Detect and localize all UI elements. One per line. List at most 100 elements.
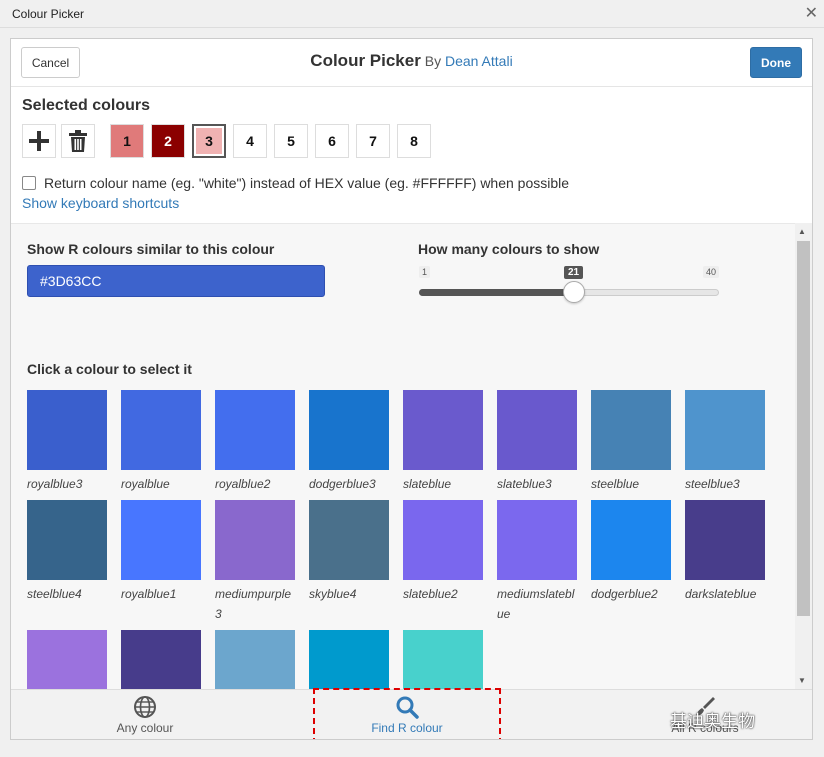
- find-colour-panel: Show R colours similar to this colour #3…: [11, 223, 795, 690]
- colour-name: slateblue3: [497, 477, 552, 491]
- done-button[interactable]: Done: [750, 47, 802, 78]
- colour-cell[interactable]: royalblue1: [121, 500, 201, 604]
- colour-swatch[interactable]: [27, 630, 107, 690]
- colour-cell[interactable]: darkslateblue: [685, 500, 765, 604]
- colour-cell[interactable]: slateblue: [403, 390, 483, 494]
- selected-colours-section: Selected colours 12345678 Return colour …: [11, 87, 812, 223]
- colour-name: royalblue: [121, 477, 170, 491]
- colour-cell[interactable]: skyblue4: [309, 500, 389, 604]
- selected-colours-heading: Selected colours: [22, 97, 151, 114]
- colour-swatch[interactable]: [309, 630, 389, 690]
- colour-swatch[interactable]: [403, 630, 483, 690]
- add-colour-button[interactable]: [22, 124, 56, 158]
- globe-icon: [134, 696, 156, 718]
- title-main: Colour Picker: [310, 51, 421, 70]
- colour-swatch[interactable]: [591, 390, 671, 470]
- colour-cell[interactable]: [215, 630, 295, 690]
- colour-swatch[interactable]: [309, 500, 389, 580]
- author-link[interactable]: Dean Attali: [445, 53, 513, 69]
- colour-slot-8[interactable]: 8: [397, 124, 431, 158]
- colour-slot-3[interactable]: 3: [192, 124, 226, 158]
- colour-swatch[interactable]: [121, 630, 201, 690]
- scroll-down-icon[interactable]: ▼: [798, 676, 806, 685]
- colour-swatch[interactable]: [215, 500, 295, 580]
- count-slider[interactable]: 1 40 21: [419, 264, 719, 304]
- colour-cell[interactable]: royalblue: [121, 390, 201, 494]
- watermark-text: 基迪奥生物: [670, 712, 755, 731]
- dialog-title: Colour Picker By Dean Attali: [11, 51, 812, 71]
- colour-cell[interactable]: royalblue3: [27, 390, 107, 494]
- colour-slot-6[interactable]: 6: [315, 124, 349, 158]
- slider-value-label: 21: [564, 266, 584, 279]
- colour-name: steelblue: [591, 477, 640, 491]
- window-title: Colour Picker: [12, 7, 85, 21]
- colour-cell[interactable]: [403, 630, 483, 690]
- tab-find-r-colour[interactable]: Find R colour: [313, 688, 501, 739]
- trash-icon: [69, 130, 87, 152]
- colour-swatch[interactable]: [27, 500, 107, 580]
- dialog-header: Cancel Colour Picker By Dean Attali Done: [11, 39, 812, 87]
- panel-scrollbar[interactable]: ▲ ▼: [795, 223, 812, 689]
- tab-any-colour[interactable]: Any colour: [51, 690, 239, 739]
- colour-swatch[interactable]: [309, 390, 389, 470]
- search-icon: [396, 696, 419, 719]
- tab-find-r-colour-label: Find R colour: [371, 721, 443, 735]
- colour-name: royalblue2: [215, 477, 271, 491]
- slider-max-label: 40: [702, 266, 719, 278]
- colour-name: dodgerblue2: [591, 587, 658, 601]
- colour-swatch[interactable]: [403, 500, 483, 580]
- colour-swatch[interactable]: [403, 390, 483, 470]
- colour-cell[interactable]: mediumpurple3: [215, 500, 295, 624]
- colour-slot-1[interactable]: 1: [110, 124, 144, 158]
- colour-name: slateblue: [403, 477, 452, 491]
- slider-fill: [419, 289, 573, 296]
- colour-name: steelblue4: [27, 587, 82, 601]
- colour-cell[interactable]: [27, 630, 107, 690]
- colour-swatch[interactable]: [685, 390, 765, 470]
- slider-min-label: 1: [419, 266, 431, 278]
- scroll-up-icon[interactable]: ▲: [798, 227, 806, 236]
- colour-cell[interactable]: [121, 630, 201, 690]
- colour-cell[interactable]: slateblue3: [497, 390, 577, 494]
- colour-name: mediumpurple3: [215, 587, 292, 621]
- slider-handle[interactable]: [563, 281, 585, 303]
- colour-cell[interactable]: [309, 630, 389, 690]
- colour-slot-7[interactable]: 7: [356, 124, 390, 158]
- colour-name: steelblue3: [685, 477, 740, 491]
- colour-swatch[interactable]: [685, 500, 765, 580]
- similar-colour-input[interactable]: #3D63CC: [27, 265, 325, 297]
- colour-cell[interactable]: steelblue: [591, 390, 671, 494]
- colour-slot-2[interactable]: 2: [151, 124, 185, 158]
- delete-colour-button[interactable]: [61, 124, 95, 158]
- colour-cell[interactable]: dodgerblue2: [591, 500, 671, 604]
- scrollbar-thumb[interactable]: [797, 241, 810, 616]
- colour-cell[interactable]: dodgerblue3: [309, 390, 389, 494]
- colour-swatch[interactable]: [497, 390, 577, 470]
- colour-cell[interactable]: mediumslateblue: [497, 500, 577, 624]
- count-label: How many colours to show: [418, 241, 600, 257]
- title-by: By: [424, 53, 442, 69]
- colour-swatch[interactable]: [121, 390, 201, 470]
- colour-swatch[interactable]: [121, 500, 201, 580]
- colour-name: royalblue3: [27, 477, 83, 491]
- keyboard-shortcuts-link[interactable]: Show keyboard shortcuts: [22, 195, 179, 211]
- colour-cell[interactable]: royalblue2: [215, 390, 295, 494]
- return-name-checkbox[interactable]: [22, 176, 36, 190]
- colour-swatch[interactable]: [27, 390, 107, 470]
- colour-slot-5[interactable]: 5: [274, 124, 308, 158]
- colour-name: mediumslateblue: [497, 587, 575, 621]
- colour-name: royalblue1: [121, 587, 177, 601]
- colour-slot-4[interactable]: 4: [233, 124, 267, 158]
- colour-swatch[interactable]: [215, 390, 295, 470]
- colour-cell[interactable]: steelblue3: [685, 390, 765, 494]
- colour-swatch[interactable]: [215, 630, 295, 690]
- colour-cell[interactable]: slateblue2: [403, 500, 483, 604]
- colour-name: slateblue2: [403, 587, 458, 601]
- tab-any-colour-label: Any colour: [116, 721, 174, 735]
- plus-icon: [29, 131, 49, 151]
- close-icon[interactable]: ✕: [805, 3, 818, 23]
- colour-swatch[interactable]: [497, 500, 577, 580]
- colour-cell[interactable]: steelblue4: [27, 500, 107, 604]
- colour-swatch[interactable]: [591, 500, 671, 580]
- return-name-option[interactable]: Return colour name (eg. "white") instead…: [22, 175, 569, 191]
